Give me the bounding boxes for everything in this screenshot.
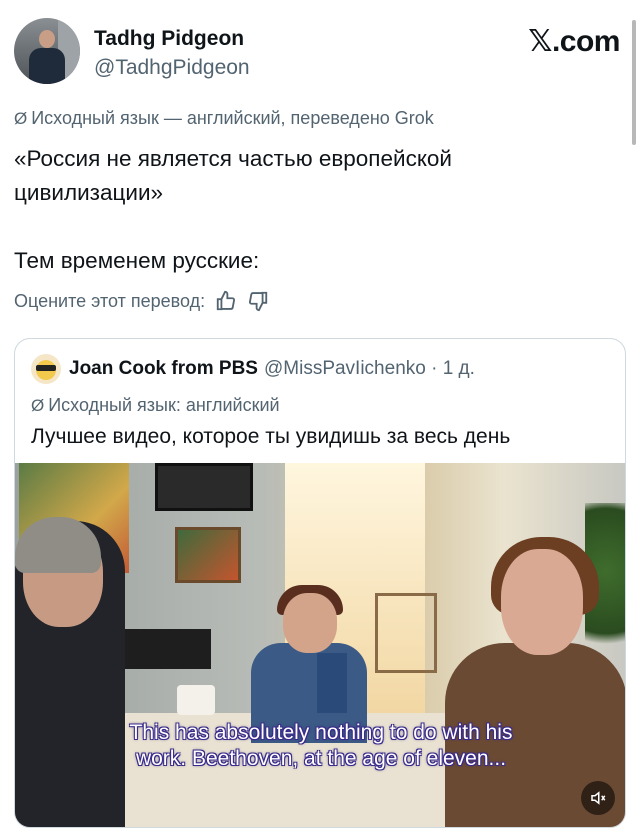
author-avatar[interactable] (14, 18, 80, 84)
author-handle[interactable]: @TadhgPidgeon (94, 56, 250, 80)
video-scene-chair (375, 593, 437, 673)
brand-logo: 𝕏.com (528, 25, 620, 58)
avatar-sunglasses (36, 365, 56, 371)
tweet-text-gap (14, 210, 614, 244)
rate-translation: Оцените этот перевод: (14, 290, 269, 312)
thumbs-up-icon[interactable] (215, 290, 237, 312)
translation-note-text: Исходный язык — английский, переведено G… (31, 108, 434, 128)
tweet-text: «Россия не является частью европейской ц… (14, 142, 614, 278)
quoted-tweet-text: Лучшее видео, которое ты увидишь за весь… (31, 425, 511, 448)
tweet-text-line: Тем временем русские: (14, 248, 260, 273)
quoted-translation-note-text: Исходный язык: английский (48, 395, 280, 415)
video-player[interactable]: This has absolutely nothing to do with h… (15, 463, 625, 827)
video-scene-painting (155, 463, 253, 511)
speaker-muted-icon (591, 791, 606, 805)
video-subtitle-line: work. Beethoven, at the age of eleven... (135, 747, 507, 770)
video-scene-head (283, 593, 337, 653)
avatar-figure-head (39, 30, 55, 48)
avatar-figure-body (29, 48, 65, 84)
quoted-tweet-header: Joan Cook from PBS @MissPavIichenko · 1 … (31, 353, 475, 385)
tweet-text-line: цивилизации» (14, 180, 164, 205)
thumbs-down-icon[interactable] (247, 290, 269, 312)
translation-note: Ø Исходный язык — английский, переведено … (14, 108, 434, 129)
translate-icon: Ø (31, 396, 45, 415)
video-scene-head (501, 549, 583, 655)
quoted-author-avatar[interactable] (31, 354, 61, 384)
video-scene-mug (177, 685, 215, 715)
quoted-author-handle-time[interactable]: @MissPavIichenko · 1 д. (264, 358, 475, 380)
mute-button[interactable] (581, 781, 615, 815)
quoted-author-name[interactable]: Joan Cook from PBS (69, 358, 258, 380)
rate-translation-label: Оцените этот перевод: (14, 290, 206, 311)
video-subtitle-line: This has absolutely nothing to do with h… (129, 721, 513, 744)
translate-icon: Ø (14, 109, 28, 128)
video-scene-box (317, 653, 347, 713)
video-scene-tv (113, 629, 211, 669)
quoted-tweet[interactable]: Joan Cook from PBS @MissPavIichenko · 1 … (14, 338, 626, 828)
page-scrollbar[interactable] (632, 20, 636, 145)
tweet-text-line: «Россия не является частью европейской (14, 146, 453, 171)
author-name[interactable]: Tadhg Pidgeon (94, 27, 244, 51)
video-scene-painting (175, 527, 241, 583)
quoted-translation-note: Ø Исходный язык: английский (31, 395, 280, 416)
tweet-header: Tadhg Pidgeon @TadhgPidgeon 𝕏.com (14, 18, 620, 88)
